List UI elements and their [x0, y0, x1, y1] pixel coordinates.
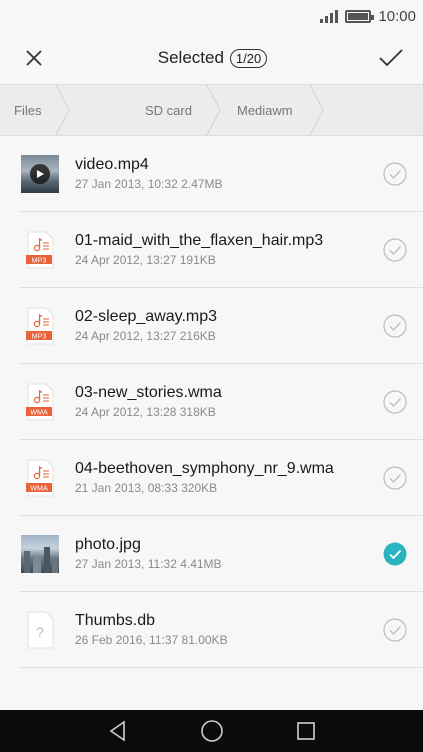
page-title: Selected 1/20: [157, 48, 268, 68]
unchecked-circle-icon[interactable]: [383, 162, 407, 186]
audio-file-icon: MP3: [21, 307, 59, 345]
chevron-right-icon: [309, 85, 324, 135]
recents-icon: [296, 722, 315, 740]
file-name: 04-beethoven_symphony_nr_9.wma: [75, 460, 334, 477]
file-type-badge: WMA: [30, 407, 48, 416]
file-type-badge: WMA: [30, 483, 48, 492]
breadcrumb-item-mediawm[interactable]: Mediawm: [237, 85, 293, 135]
video-thumbnail: [21, 155, 59, 193]
confirm-button[interactable]: [377, 44, 405, 72]
file-row-audio[interactable]: WMA 03-new_stories.wma 24 Apr 2012, 13:2…: [0, 364, 423, 440]
breadcrumb: Files SD card Mediawm: [0, 84, 423, 136]
home-button[interactable]: [195, 714, 229, 748]
unchecked-circle-icon[interactable]: [383, 238, 407, 262]
back-icon: [109, 720, 125, 742]
close-icon: [26, 50, 42, 66]
recents-button[interactable]: [289, 714, 323, 748]
file-row-audio[interactable]: WMA 04-beethoven_symphony_nr_9.wma 21 Ja…: [0, 440, 423, 516]
file-name: 02-sleep_away.mp3: [75, 308, 218, 325]
unchecked-circle-icon[interactable]: [383, 314, 407, 338]
file-name: 01-maid_with_the_flaxen_hair.mp3: [75, 232, 324, 249]
unchecked-circle-icon[interactable]: [383, 466, 407, 490]
home-icon: [200, 720, 223, 742]
back-button[interactable]: [101, 714, 135, 748]
battery-icon: [345, 9, 375, 23]
audio-file-icon: WMA: [21, 459, 59, 497]
file-name: 03-new_stories.wma: [75, 384, 222, 401]
play-icon: [30, 164, 50, 184]
audio-file-icon: WMA: [21, 383, 59, 421]
breadcrumb-item-files[interactable]: Files: [14, 85, 41, 135]
audio-file-icon: MP3: [21, 231, 59, 269]
file-row-audio[interactable]: MP3 02-sleep_away.mp3 24 Apr 2012, 13:27…: [0, 288, 423, 364]
svg-text:?: ?: [36, 624, 44, 640]
file-meta: 24 Apr 2012, 13:27 216KB: [75, 329, 216, 343]
file-meta: 26 Feb 2016, 11:37 81.00KB: [75, 633, 228, 647]
file-meta: 24 Apr 2012, 13:27 191KB: [75, 253, 216, 267]
checkmark-icon: [379, 49, 403, 67]
signal-icon: [320, 9, 339, 23]
title-text: Selected: [157, 48, 224, 67]
file-type-badge: MP3: [32, 255, 47, 264]
photo-thumbnail: [21, 535, 59, 573]
navigation-bar: [0, 710, 423, 752]
close-button[interactable]: [20, 44, 48, 72]
breadcrumb-item-sd-card[interactable]: SD card: [145, 85, 192, 135]
file-meta: 27 Jan 2013, 11:32 4.41MB: [75, 557, 222, 571]
file-row-unknown[interactable]: ? Thumbs.db 26 Feb 2016, 11:37 81.00KB: [0, 592, 423, 668]
file-name: photo.jpg: [75, 536, 141, 553]
status-time: 10:00: [378, 7, 416, 25]
unchecked-circle-icon[interactable]: [383, 390, 407, 414]
file-row-audio[interactable]: MP3 01-maid_with_the_flaxen_hair.mp3 24 …: [0, 212, 423, 288]
selection-count-badge: 1/20: [229, 48, 268, 68]
unknown-file-icon: ?: [21, 611, 59, 649]
selection-header: Selected 1/20: [0, 32, 423, 84]
file-meta: 21 Jan 2013, 08:33 320KB: [75, 481, 218, 495]
file-name: Thumbs.db: [75, 612, 156, 629]
file-name: video.mp4: [75, 156, 149, 173]
unchecked-circle-icon[interactable]: [383, 618, 407, 642]
file-meta: 27 Jan 2013, 10:32 2.47MB: [75, 177, 223, 191]
file-list: video.mp4 27 Jan 2013, 10:32 2.47MB MP3 …: [0, 136, 423, 668]
status-bar: 10:00: [0, 0, 423, 32]
file-row-video[interactable]: video.mp4 27 Jan 2013, 10:32 2.47MB: [0, 136, 423, 212]
file-row-photo[interactable]: photo.jpg 27 Jan 2013, 11:32 4.41MB: [0, 516, 423, 592]
chevron-right-icon: [206, 85, 221, 135]
checked-circle-icon[interactable]: [383, 542, 407, 566]
chevron-right-icon: [55, 85, 70, 135]
file-meta: 24 Apr 2012, 13:28 318KB: [75, 405, 216, 419]
file-type-badge: MP3: [32, 331, 47, 340]
